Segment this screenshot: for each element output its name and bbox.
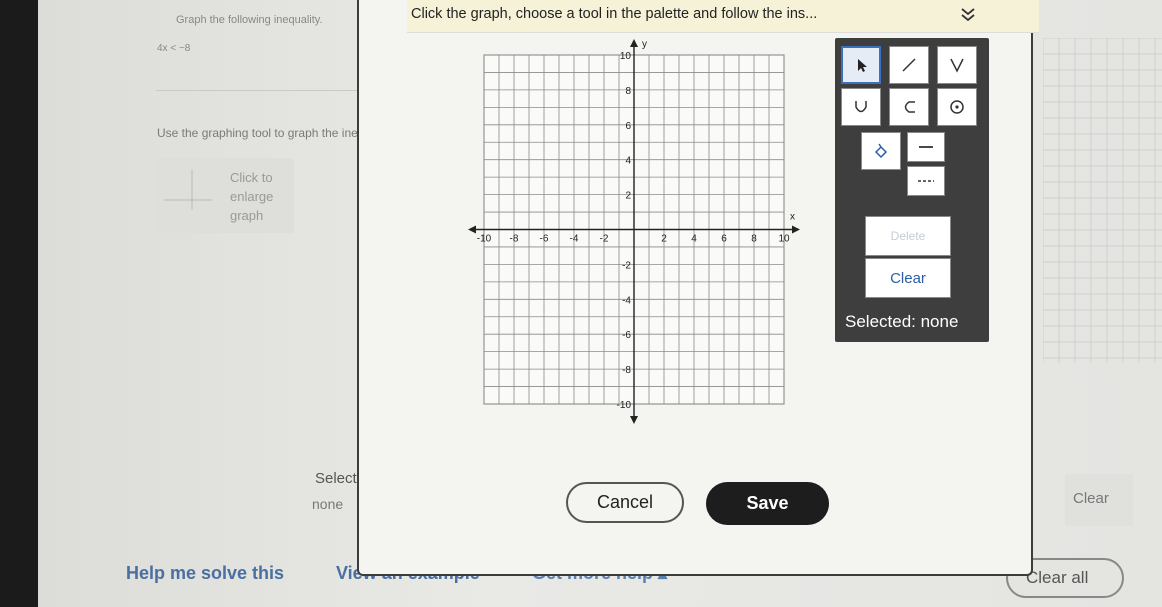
y-axis-arrow-up <box>630 39 638 47</box>
x-tick-label: 4 <box>691 234 697 245</box>
v-shape-icon <box>950 58 964 73</box>
save-button[interactable]: Save <box>706 482 829 525</box>
x-tick-label: 8 <box>751 234 757 245</box>
question-title: Graph the following inequality. <box>176 14 323 26</box>
horizontal-parabola-tool-button[interactable] <box>889 88 929 126</box>
x-tick-label: -4 <box>570 234 579 245</box>
c-shape-icon <box>904 101 915 113</box>
question-inequality: 4x < −8 <box>157 43 191 54</box>
cancel-button[interactable]: Cancel <box>566 482 684 523</box>
palette-selected-status: Selected: none <box>845 312 959 331</box>
solid-line-icon <box>919 146 933 148</box>
dashed-line-tool-button[interactable] <box>907 166 945 196</box>
dialog-instruction: Click the graph, choose a tool in the pa… <box>411 6 818 22</box>
x-axis-arrow-left <box>468 225 476 234</box>
y-axis-arrow-down <box>630 416 638 424</box>
tool-palette: Delete Clear Selected: none <box>835 38 989 342</box>
screen-bezel <box>0 0 38 607</box>
x-axis-label: x <box>790 212 795 223</box>
y-tick-label: 2 <box>625 191 631 202</box>
enlarge-graph-label[interactable]: Click to enlarge graph <box>230 168 290 225</box>
u-shape-icon <box>855 101 867 113</box>
dialog-header: Click the graph, choose a tool in the pa… <box>407 0 1039 33</box>
y-tick-label: -10 <box>617 400 632 411</box>
x-tick-label: -2 <box>600 234 609 245</box>
line-tool-button[interactable] <box>889 46 929 84</box>
circle-dot-icon <box>950 100 964 114</box>
background-graph-grid <box>1043 38 1162 363</box>
y-tick-label: -8 <box>622 365 631 376</box>
y-tick-label: 10 <box>620 51 632 62</box>
paint-bucket-icon <box>874 143 888 159</box>
x-tick-label: -6 <box>540 234 549 245</box>
background-selected-value: none <box>312 496 344 512</box>
pointer-arrow-icon <box>858 59 867 72</box>
x-tick-label: 6 <box>721 234 727 245</box>
coordinate-graph[interactable]: x y -10 -8 -6 -4 -2 2 4 6 8 10 10 8 6 4 2 -2 -4 -6 -8 -10 <box>412 32 802 428</box>
x-tick-label: 10 <box>778 234 790 245</box>
y-tick-label: -2 <box>622 260 631 271</box>
fill-tool-button[interactable] <box>861 132 901 170</box>
y-tick-label: -6 <box>622 330 631 341</box>
line-icon <box>902 58 916 72</box>
palette-clear-button[interactable]: Clear <box>865 258 951 298</box>
x-axis-arrow-right <box>792 225 800 234</box>
graph-thumbnail-icon <box>164 170 212 210</box>
y-axis-label: y <box>642 39 647 50</box>
help-me-solve-link[interactable]: Help me solve this <box>126 563 284 584</box>
question-instruction: Use the graphing tool to graph the ineq <box>157 126 365 140</box>
dashed-line-icon <box>918 180 934 182</box>
double-chevron-down-icon[interactable] <box>957 4 979 26</box>
background-clear-button[interactable]: Clear <box>1065 474 1133 526</box>
delete-button[interactable]: Delete <box>865 216 951 256</box>
y-tick-label: 6 <box>625 121 631 132</box>
absolute-value-tool-button[interactable] <box>937 46 977 84</box>
y-tick-label: 4 <box>625 156 631 167</box>
graphing-dialog: Click the graph, choose a tool in the pa… <box>357 0 1039 576</box>
x-tick-label: -8 <box>510 234 519 245</box>
x-tick-label: -10 <box>477 234 492 245</box>
solid-line-tool-button[interactable] <box>907 132 945 162</box>
x-tick-label: 2 <box>661 234 667 245</box>
circle-tool-button[interactable] <box>937 88 977 126</box>
y-tick-label: -4 <box>622 295 631 306</box>
y-tick-label: 8 <box>625 86 631 97</box>
pointer-tool-button[interactable] <box>841 46 881 84</box>
parabola-tool-button[interactable] <box>841 88 881 126</box>
